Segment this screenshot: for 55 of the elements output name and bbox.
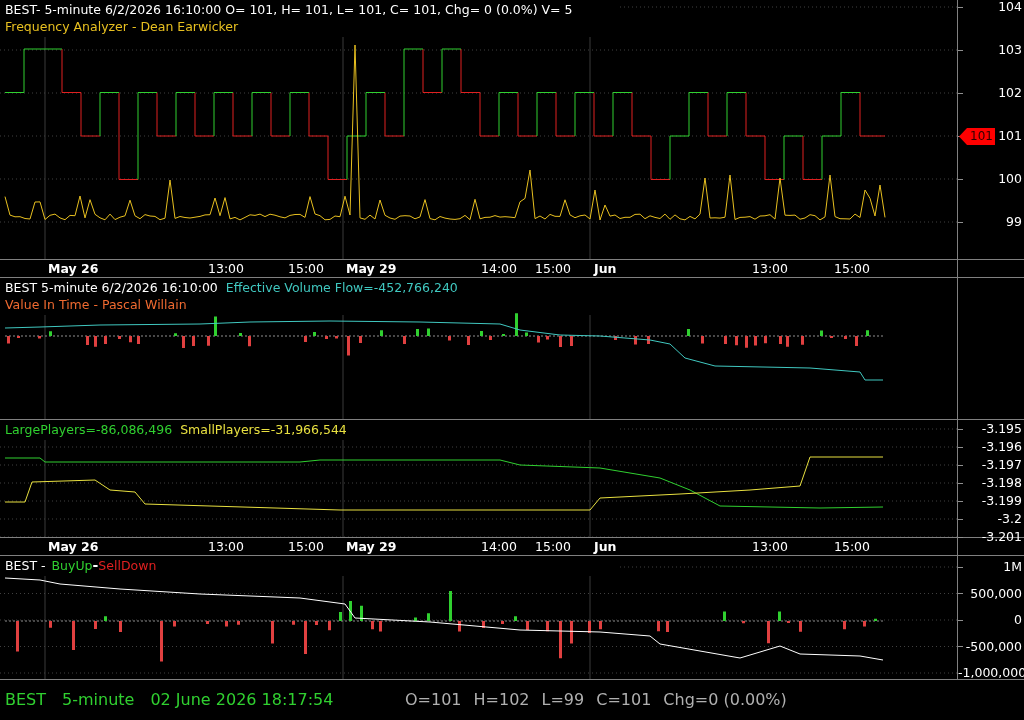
legend-text: - (92, 557, 99, 574)
axis-label: -3.197 (981, 457, 1022, 473)
date-axis-label: 15:00 (288, 538, 325, 556)
axis-label: 102 (998, 85, 1022, 101)
status-text: BEST (5, 689, 46, 711)
date-axis-label: Jun (594, 260, 617, 278)
date-axis-label: Jun (594, 538, 617, 556)
axis-label: 104 (998, 0, 1022, 15)
status-text: O=101 (405, 689, 462, 711)
date-axis-label: 15:00 (535, 260, 572, 278)
status-text: Chg=0 (0.00%) (663, 689, 787, 711)
axis-label: -3.198 (981, 475, 1022, 491)
axis-label: 500,000 (970, 585, 1022, 602)
legend-text: BEST - (5, 557, 46, 574)
date-axis-label: May 29 (346, 260, 397, 278)
axis-label: -3.195 (981, 421, 1022, 437)
date-axis-label: 15:00 (834, 260, 871, 278)
status-text: C=101 (596, 689, 652, 711)
axis-label: -500,000 (965, 638, 1022, 655)
date-axis-label: 15:00 (535, 538, 572, 556)
legend-text: SellDown (98, 557, 157, 574)
axis-label: 0 (1014, 612, 1022, 628)
status-text: H=102 (473, 689, 530, 711)
axis-label: -3.199 (981, 493, 1022, 509)
date-axis-label: May 29 (346, 538, 397, 556)
price-flag: 101 (959, 128, 995, 145)
axis-label: 103 (998, 42, 1022, 58)
legend-text: Effective Volume Flow=-452,766,240 (225, 279, 458, 296)
legend-text: BEST- 5-minute 6/2/2026 16:10:00 O= 101, H= 101, L= 101, C= 101, Chg= 0 (0.0%) V= 5 (5, 1, 573, 18)
date-axis-label: 13:00 (752, 260, 789, 278)
axis-label: 101 (998, 128, 1022, 144)
date-axis-label: May 26 (48, 260, 99, 278)
legend-text: BuyUp (51, 557, 93, 574)
date-axis-label: 14:00 (481, 260, 518, 278)
date-axis-label: 15:00 (288, 260, 325, 278)
legend-text: SmallPlayers=-31,966,544 (180, 421, 347, 438)
date-axis-label: 15:00 (834, 538, 871, 556)
legend-text: BEST 5-minute 6/2/2026 16:10:00 (5, 279, 218, 296)
legend-text: LargePlayers=-86,086,496 (5, 421, 173, 438)
axis-label: 99 (1006, 214, 1022, 230)
axis-label: 100 (998, 171, 1022, 187)
axis-label: -3.2 (997, 511, 1022, 527)
axis-label: -3.201 (981, 529, 1022, 545)
legend-text: Value In Time - Pascal Willain (5, 296, 187, 313)
status-text: 02 June 2026 18:17:54 (150, 689, 334, 711)
date-axis-label: 13:00 (208, 538, 245, 556)
status-text: 5-minute (62, 689, 135, 711)
status-text: L=99 (541, 689, 585, 711)
date-axis-label: 13:00 (752, 538, 789, 556)
axis-label: -3.196 (981, 439, 1022, 455)
legend-text: Frequency Analyzer - Dean Earwicker (5, 18, 239, 35)
date-axis-label: May 26 (48, 538, 99, 556)
axis-label: 1M (1003, 559, 1022, 575)
date-axis-label: 13:00 (208, 260, 245, 278)
date-axis-label: 14:00 (481, 538, 518, 556)
